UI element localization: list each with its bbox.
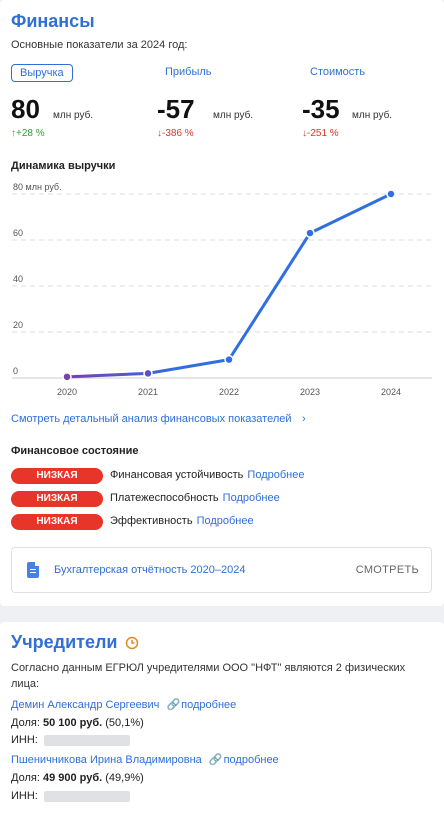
data-point <box>305 228 315 238</box>
tab-cost[interactable]: Стоимость <box>310 66 365 78</box>
status-more-link[interactable]: Подробнее <box>197 515 254 527</box>
revenue-line <box>65 192 393 379</box>
x-tick-label: 2021 <box>138 387 158 397</box>
status-label: Финансовая устойчивость <box>110 469 244 481</box>
y-tick-label: 20 <box>13 320 23 330</box>
founder-inn: ИНН: <box>11 734 130 746</box>
document-icon <box>27 562 39 578</box>
founder-inn: ИНН: <box>11 790 130 802</box>
status-row-solvency: Платежеспособность Подробнее <box>110 492 280 504</box>
report-title[interactable]: Бухгалтерская отчётность 2020–2024 <box>54 564 246 576</box>
profit-change: ↓-386 % <box>157 128 194 139</box>
share-label: Доля: <box>11 717 40 729</box>
detail-analysis-link[interactable]: Смотреть детальный анализ финансовых пок… <box>11 409 306 427</box>
founder-more-link[interactable]: подробнее <box>181 699 236 711</box>
chart-title: Динамика выручки <box>11 160 116 172</box>
founder-more-link[interactable]: подробнее <box>224 754 279 766</box>
profit-value: -57 <box>157 94 195 124</box>
status-row-stability: Финансовая устойчивость Подробнее <box>110 469 304 481</box>
status-row-efficiency: Эффективность Подробнее <box>110 515 254 527</box>
inn-label: ИНН: <box>11 790 38 802</box>
data-point <box>224 354 234 365</box>
founder-share: Доля: 49 900 руб. (49,9%) <box>11 772 144 784</box>
share-label: Доля: <box>11 772 40 784</box>
finances-title: Финансы <box>11 11 95 31</box>
inn-label: ИНН: <box>11 734 38 746</box>
status-more-link[interactable]: Подробнее <box>223 492 280 504</box>
founders-description: Согласно данным ЕГРЮЛ учредителями ООО "… <box>11 662 406 690</box>
status-badge: НИЗКАЯ <box>11 491 103 507</box>
revenue-change: ↑+28 % <box>11 128 45 139</box>
status-badge: НИЗКАЯ <box>11 514 103 530</box>
x-tick-label: 2022 <box>219 387 239 397</box>
share-value: 50 100 руб. <box>42 717 103 729</box>
tab-profit[interactable]: Прибыль <box>165 66 212 78</box>
inn-masked <box>43 790 130 802</box>
y-tick-label: 80 млн руб. <box>13 182 62 192</box>
founder-1: Демин Александр Сергеевич 🔗подробнее <box>11 698 236 711</box>
status-label: Эффективность <box>110 515 193 527</box>
finances-subtitle: Основные показатели за 2024 год: <box>11 39 188 51</box>
link-icon: 🔗 <box>166 699 181 711</box>
profit-unit: млн руб. <box>213 110 254 121</box>
data-point <box>143 368 153 379</box>
founder-2: Пшеничникова Ирина Владимировна 🔗подробн… <box>11 753 279 766</box>
cost-unit: млн руб. <box>352 110 393 121</box>
data-point <box>386 189 396 199</box>
founder-name-link[interactable]: Демин Александр Сергеевич <box>11 699 159 711</box>
y-tick-label: 60 <box>13 228 23 238</box>
status-more-link[interactable]: Подробнее <box>247 469 304 481</box>
y-tick-label: 0 <box>13 366 18 376</box>
clock-icon[interactable] <box>125 636 139 650</box>
x-tick-label: 2024 <box>381 387 401 397</box>
x-tick-label: 2023 <box>300 387 320 397</box>
status-badge: НИЗКАЯ <box>11 468 103 484</box>
x-tick-label: 2020 <box>57 387 77 397</box>
report-box[interactable]: Бухгалтерская отчётность 2020–2024 СМОТР… <box>11 547 432 593</box>
status-label: Платежеспособность <box>110 492 219 504</box>
tab-revenue[interactable]: Выручка <box>11 64 73 82</box>
revenue-chart: 0 20 40 60 80 млн руб. 2020 2021 2022 2023 2024 <box>12 182 432 397</box>
inn-masked <box>43 734 130 746</box>
founder-share: Доля: 50 100 руб. (50,1%) <box>11 717 144 729</box>
cost-change: ↓-251 % <box>302 128 339 139</box>
revenue-unit: млн руб. <box>53 110 94 121</box>
cost-value: -35 <box>302 94 340 124</box>
share-percent: (50,1%) <box>105 717 144 729</box>
revenue-value: 80 <box>11 94 40 124</box>
data-point <box>62 372 72 382</box>
share-value: 49 900 руб. <box>42 772 103 784</box>
link-icon: 🔗 <box>208 754 223 766</box>
founder-name-link[interactable]: Пшеничникова Ирина Владимировна <box>11 754 202 766</box>
finances-card: Финансы Основные показатели за 2024 год:… <box>0 0 444 606</box>
founders-card: Учредители Согласно данным ЕГРЮЛ учредит… <box>0 622 444 818</box>
detail-analysis-label[interactable]: Смотреть детальный анализ финансовых пок… <box>11 413 292 425</box>
view-report-button[interactable]: СМОТРЕТЬ <box>356 564 419 576</box>
share-percent: (49,9%) <box>105 772 144 784</box>
status-title: Финансовое состояние <box>11 445 139 457</box>
founders-title-row: Учредители <box>11 632 139 653</box>
y-tick-label: 40 <box>13 274 23 284</box>
chevron-right-icon: › <box>301 413 306 425</box>
founders-title: Учредители <box>11 632 118 652</box>
